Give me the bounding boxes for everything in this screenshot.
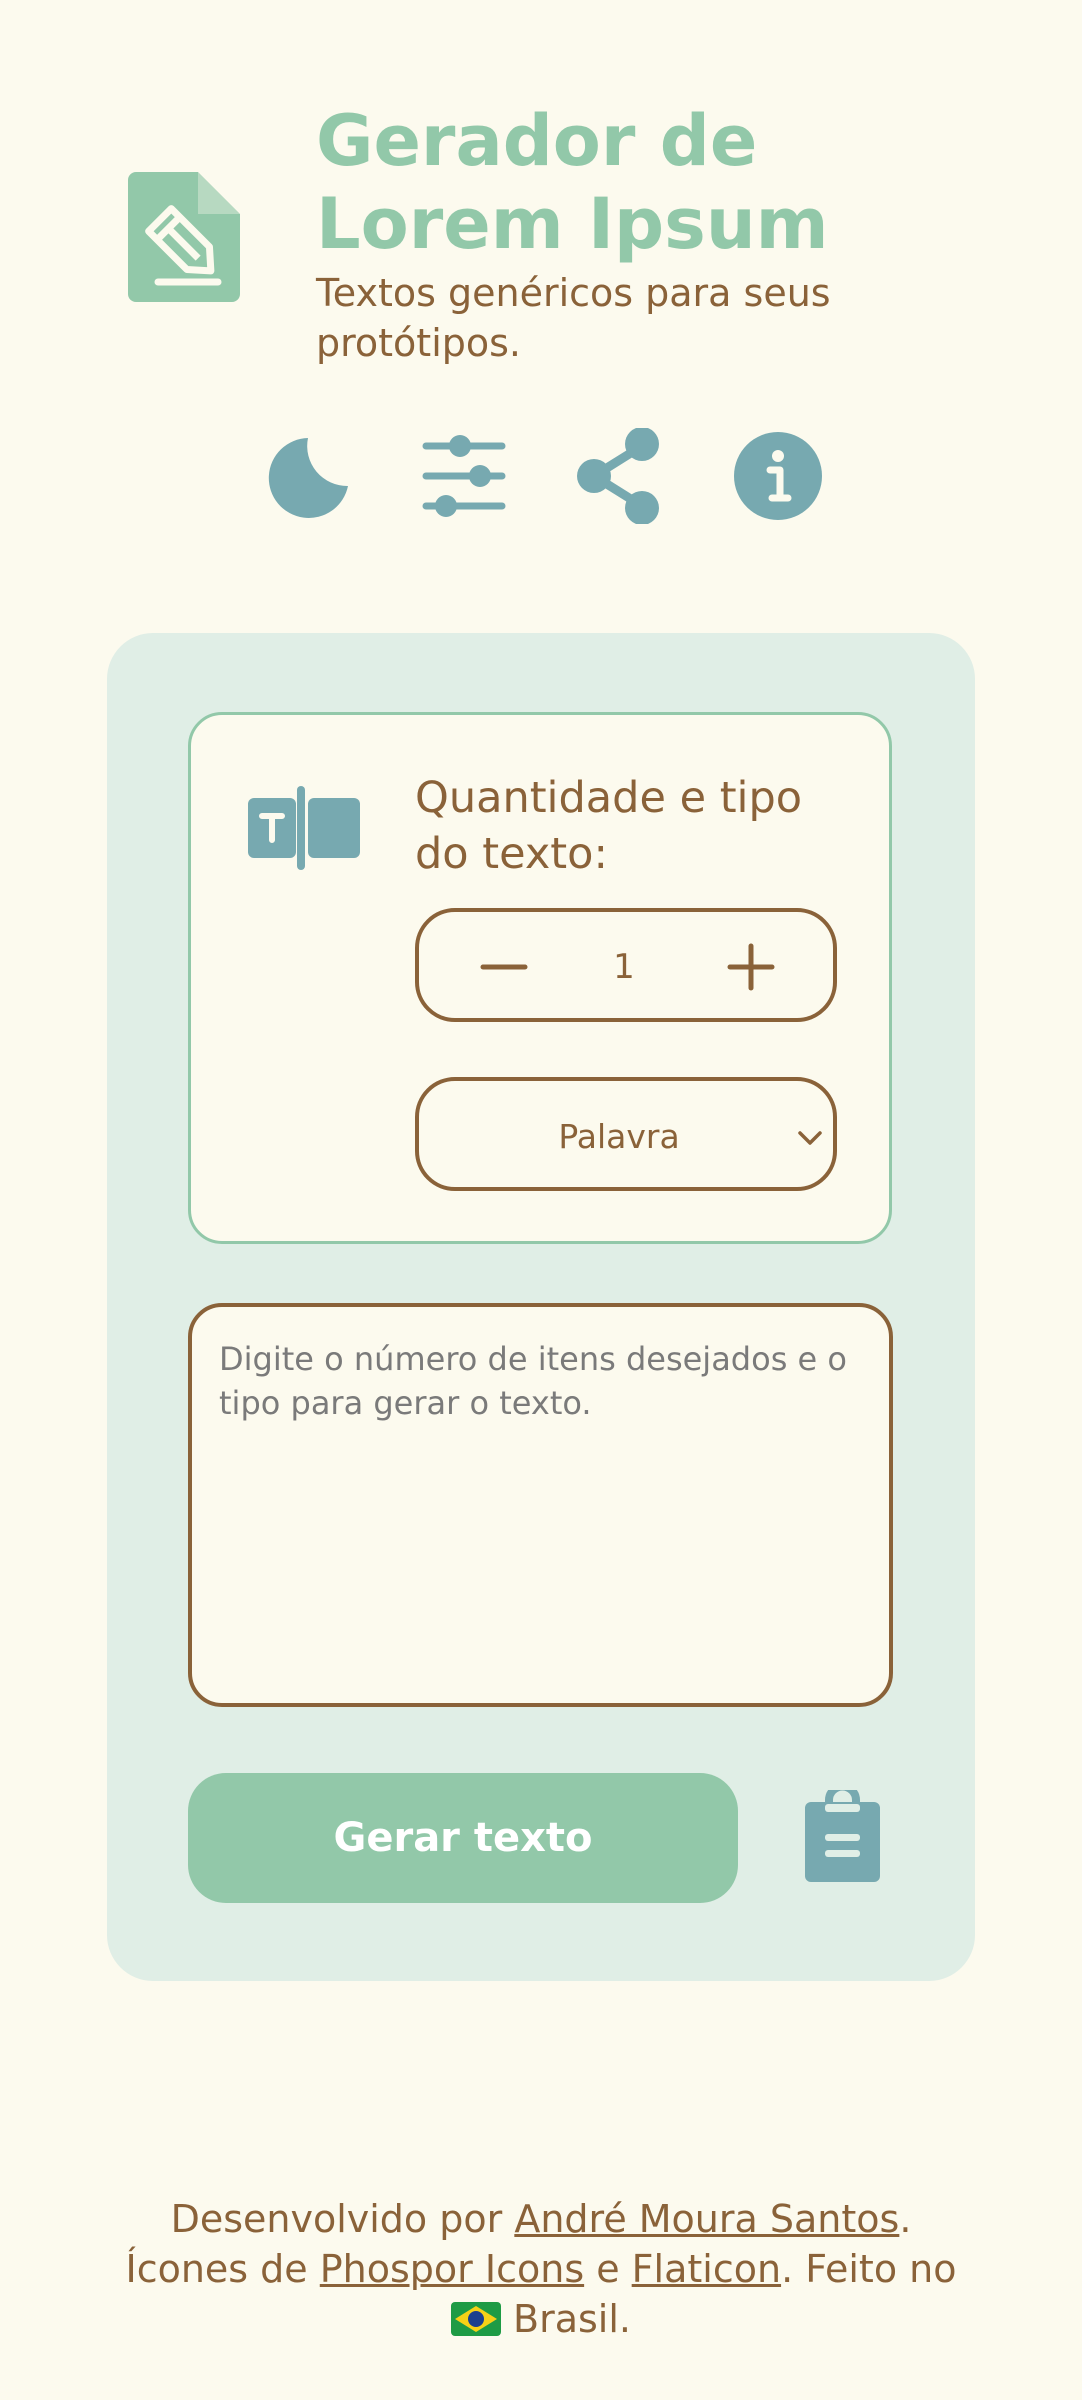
text-type-icon [248,786,360,870]
footer-period: . [899,2197,912,2241]
chevron-down-icon [795,1123,825,1153]
footer-icons-from: Ícones de [125,2247,320,2291]
share-icon [577,427,659,525]
footer-line-1: Desenvolvido por André Moura Santos. [60,2194,1022,2244]
dark-mode-toggle[interactable] [260,428,356,524]
footer-developed-by: Desenvolvido por [170,2197,515,2241]
brazil-flag-icon [451,2298,501,2336]
info-icon [734,432,822,520]
footer-line-3: Brasil. [60,2294,1022,2344]
increment-button[interactable] [726,942,776,992]
moon-icon [268,438,348,518]
decrement-button[interactable] [479,942,529,992]
author-link[interactable]: André Moura Santos [514,2197,899,2241]
quantity-stepper[interactable]: 1 [415,908,837,1022]
share-button[interactable] [572,427,668,525]
plus-icon [727,943,775,991]
footer-and: e [584,2247,632,2291]
quantity-value[interactable]: 1 [569,942,679,992]
clipboard-icon [805,1782,880,1882]
page-subtitle: Textos genéricos para seus protótipos. [316,271,831,365]
info-button[interactable] [730,428,826,524]
sliders-icon [422,435,506,517]
text-type-selected: Palavra [558,1117,680,1156]
flaticon-link[interactable]: Flaticon [632,2247,781,2291]
minus-icon [480,964,528,970]
quantity-type-label: Quantidade e tipo do texto: [415,773,803,879]
text-type-select[interactable]: Palavra [415,1077,837,1191]
settings-button[interactable] [416,428,512,524]
footer-country: Brasil. [513,2297,631,2341]
footer-line-2: Ícones de Phospor Icons e Flaticon. Feit… [60,2244,1022,2294]
phosphor-icons-link[interactable]: Phospor Icons [320,2247,584,2291]
generate-text-button[interactable]: Gerar texto [188,1773,738,1903]
footer-made-in: . Feito no [781,2247,957,2291]
page-title: Gerador de Lorem Ipsum [316,100,829,265]
copy-button[interactable] [805,1782,880,1882]
output-textarea[interactable]: Digite o número de itens desejados e o t… [188,1303,893,1707]
footer: Desenvolvido por André Moura Santos. Íco… [60,2194,1022,2344]
output-placeholder: Digite o número de itens desejados e o t… [219,1340,847,1422]
app-logo-icon [128,172,240,302]
